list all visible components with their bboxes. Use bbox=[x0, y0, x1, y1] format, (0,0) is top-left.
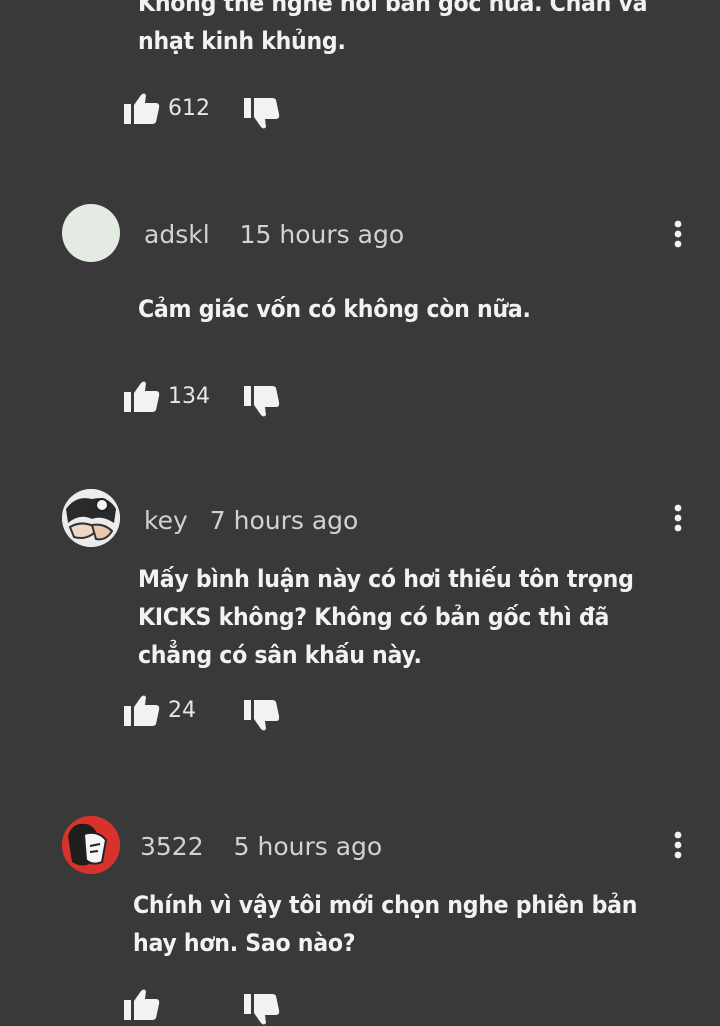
thumbs-down-icon[interactable] bbox=[244, 992, 280, 1026]
comment-text: Mấy bình luận này có hơi thiếu tôn trọng… bbox=[138, 565, 634, 669]
like-count: 612 bbox=[168, 96, 210, 121]
comment-meta: adskl 15 hours ago bbox=[144, 220, 404, 249]
avatar-illustration bbox=[62, 489, 120, 547]
thumbs-up-icon[interactable] bbox=[124, 988, 160, 1022]
thumbs-down-icon[interactable] bbox=[244, 698, 280, 732]
comment-text: Chính vì vậy tôi mới chọn nghe phiên bản… bbox=[133, 891, 638, 957]
author-name[interactable]: 3522 bbox=[140, 832, 204, 861]
thumbs-down-icon[interactable] bbox=[244, 384, 280, 418]
comment-actions: 612 bbox=[124, 92, 304, 130]
comment-actions: 134 bbox=[124, 380, 304, 418]
thumbs-down-icon[interactable] bbox=[244, 96, 280, 130]
comment-meta: key 7 hours ago bbox=[144, 506, 358, 535]
avatar[interactable] bbox=[62, 204, 120, 262]
more-vertical-icon[interactable] bbox=[668, 219, 688, 249]
comment-time: 7 hours ago bbox=[209, 506, 359, 535]
more-vertical-icon[interactable] bbox=[668, 830, 688, 860]
comment-actions: 24 bbox=[124, 694, 304, 732]
thumbs-up-icon[interactable] bbox=[124, 92, 160, 126]
avatar[interactable] bbox=[62, 489, 120, 547]
comment-text: Không thể nghe nổi bản gốc nữa. Chán và … bbox=[138, 0, 648, 55]
more-vertical-icon[interactable] bbox=[668, 503, 688, 533]
thumbs-up-icon[interactable] bbox=[124, 694, 160, 728]
comment-actions bbox=[124, 988, 304, 1026]
comment-time: 15 hours ago bbox=[239, 220, 405, 249]
author-name[interactable]: key bbox=[144, 506, 188, 535]
like-count: 24 bbox=[168, 698, 196, 723]
author-name[interactable]: adskl bbox=[144, 220, 210, 249]
thumbs-up-icon[interactable] bbox=[124, 380, 160, 414]
comment-meta: 3522 5 hours ago bbox=[140, 832, 382, 861]
comment-text: Cảm giác vốn có không còn nữa. bbox=[138, 295, 531, 323]
like-count: 134 bbox=[168, 384, 210, 409]
avatar-illustration bbox=[62, 816, 120, 874]
avatar[interactable] bbox=[62, 816, 120, 874]
comment-time: 5 hours ago bbox=[233, 832, 383, 861]
